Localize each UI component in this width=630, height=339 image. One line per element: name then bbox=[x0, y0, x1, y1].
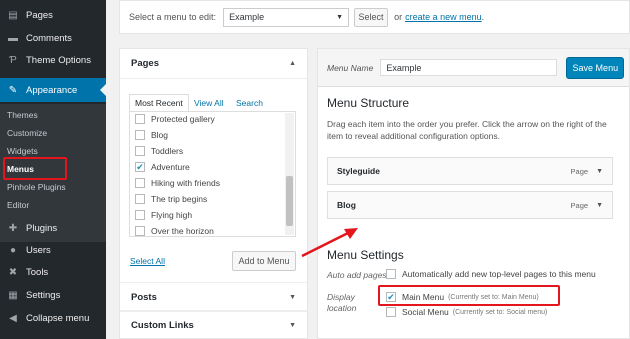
red-arrow-annotation bbox=[301, 228, 358, 258]
wp-admin-screen: ▤ Pages ▬ Comments Ƥ Theme Options ✎ App… bbox=[0, 0, 630, 339]
